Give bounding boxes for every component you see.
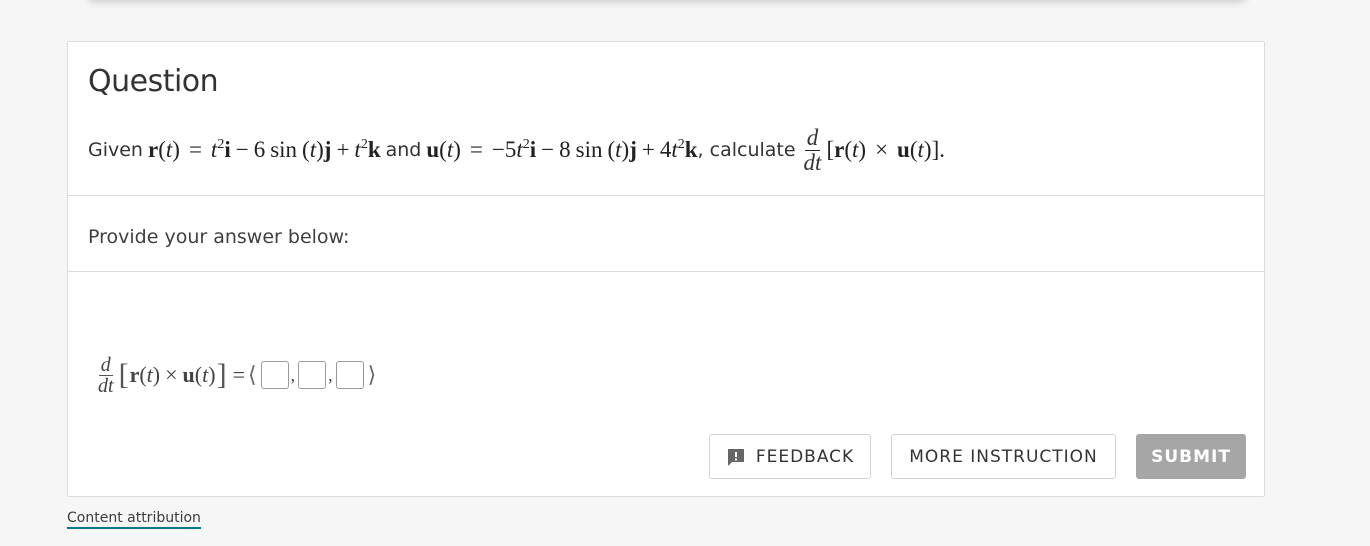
question-intro: Given (88, 139, 143, 161)
question-title: Question (88, 64, 219, 99)
r-symbol: r (834, 137, 845, 162)
u-symbol: u (426, 137, 440, 162)
answer-input-i[interactable] (260, 361, 289, 389)
cross-symbol: × (165, 362, 178, 387)
feedback-icon (727, 448, 744, 466)
answer-input-k[interactable] (335, 361, 364, 389)
unit-vector: i (529, 137, 537, 162)
left-bracket: [ (118, 358, 129, 391)
connector-text: and (385, 139, 422, 161)
u-symbol: u (182, 362, 195, 387)
operator: + (336, 137, 350, 162)
fraction-numerator: d (804, 124, 821, 151)
more-instruction-label: MORE INSTRUCTION (909, 446, 1098, 467)
t-var: t (165, 137, 173, 162)
submit-button[interactable]: SUBMIT (1136, 434, 1246, 479)
unit-vector: j (629, 137, 637, 162)
exponent: 2 (522, 137, 530, 152)
cross-symbol: × (875, 137, 889, 162)
u-definition: u(t) = −5t2i −8 sin (t)j +4t2k (426, 137, 698, 162)
fraction-numerator: d (98, 353, 113, 376)
separator-comma: , (290, 365, 296, 385)
answer-section: d dt [ r(t) × u(t) ] = ⟨ , , ⟩ FEEDBACK (68, 272, 1264, 496)
open-angle-bracket: ⟨ (247, 362, 257, 387)
unit-vector: k (684, 137, 698, 162)
more-instruction-button[interactable]: MORE INSTRUCTION (891, 434, 1116, 479)
t-var: t (309, 137, 317, 162)
t-var: t (146, 362, 153, 387)
coefficient: −5 (491, 137, 517, 162)
answer-expression: d dt [ r(t) × u(t) ] = ⟨ , , ⟩ (96, 353, 377, 397)
t-var: t (852, 137, 859, 162)
exponent: 2 (360, 137, 368, 152)
content-attribution-link[interactable]: Content attribution (67, 510, 201, 529)
r-definition: r(t) = t2i −6 sin (t)j + t2k (147, 137, 381, 162)
u-symbol: u (897, 137, 910, 162)
function-name: sin (270, 137, 298, 162)
coefficient: 4 (659, 137, 672, 162)
separator-comma: , (328, 365, 333, 385)
operator: − (541, 137, 555, 162)
feedback-button[interactable]: FEEDBACK (709, 434, 871, 479)
t-var: t (202, 362, 209, 387)
answer-prompt: Provide your answer below: (88, 226, 350, 248)
operator: + (641, 137, 655, 162)
unit-vector: i (224, 137, 231, 162)
t-var: t (446, 137, 454, 162)
unit-vector: k (367, 137, 381, 162)
answer-derivative-fraction: d dt (96, 355, 116, 396)
r-symbol: r (147, 137, 159, 162)
coefficient: 6 (253, 137, 266, 162)
function-name: sin (575, 137, 603, 162)
derivative-fraction: d dt (802, 124, 824, 175)
exponent: 2 (677, 137, 685, 152)
fraction-denominator: dt (98, 374, 114, 397)
right-bracket: ] (216, 358, 227, 391)
unit-vector: j (323, 137, 332, 162)
submit-label: SUBMIT (1151, 446, 1231, 467)
t-var: t (615, 137, 622, 162)
equals-sign: = (232, 362, 245, 387)
t-var: t (917, 137, 924, 162)
operator: − (235, 137, 249, 162)
fraction-denominator: dt (803, 149, 822, 175)
question-section: Question Given r(t) = t2i −6 sin (t)j + t2k and… (68, 42, 1264, 196)
cross-product-expression: [r(t) × u(t)]. (826, 137, 945, 162)
close-angle-bracket: ⟩ (367, 362, 377, 387)
feedback-label: FEEDBACK (755, 446, 855, 467)
answer-input-j[interactable] (298, 361, 327, 389)
coefficient: 8 (559, 137, 571, 162)
prompt-section: Provide your answer below: (68, 196, 1264, 272)
question-text: Given r(t) = t2i −6 sin (t)j + t2k and u(t) = −5t… (88, 120, 945, 180)
question-card: Question Given r(t) = t2i −6 sin (t)j + t2k and… (67, 41, 1265, 497)
r-symbol: r (129, 362, 140, 387)
calculate-text: , calculate (697, 139, 796, 161)
